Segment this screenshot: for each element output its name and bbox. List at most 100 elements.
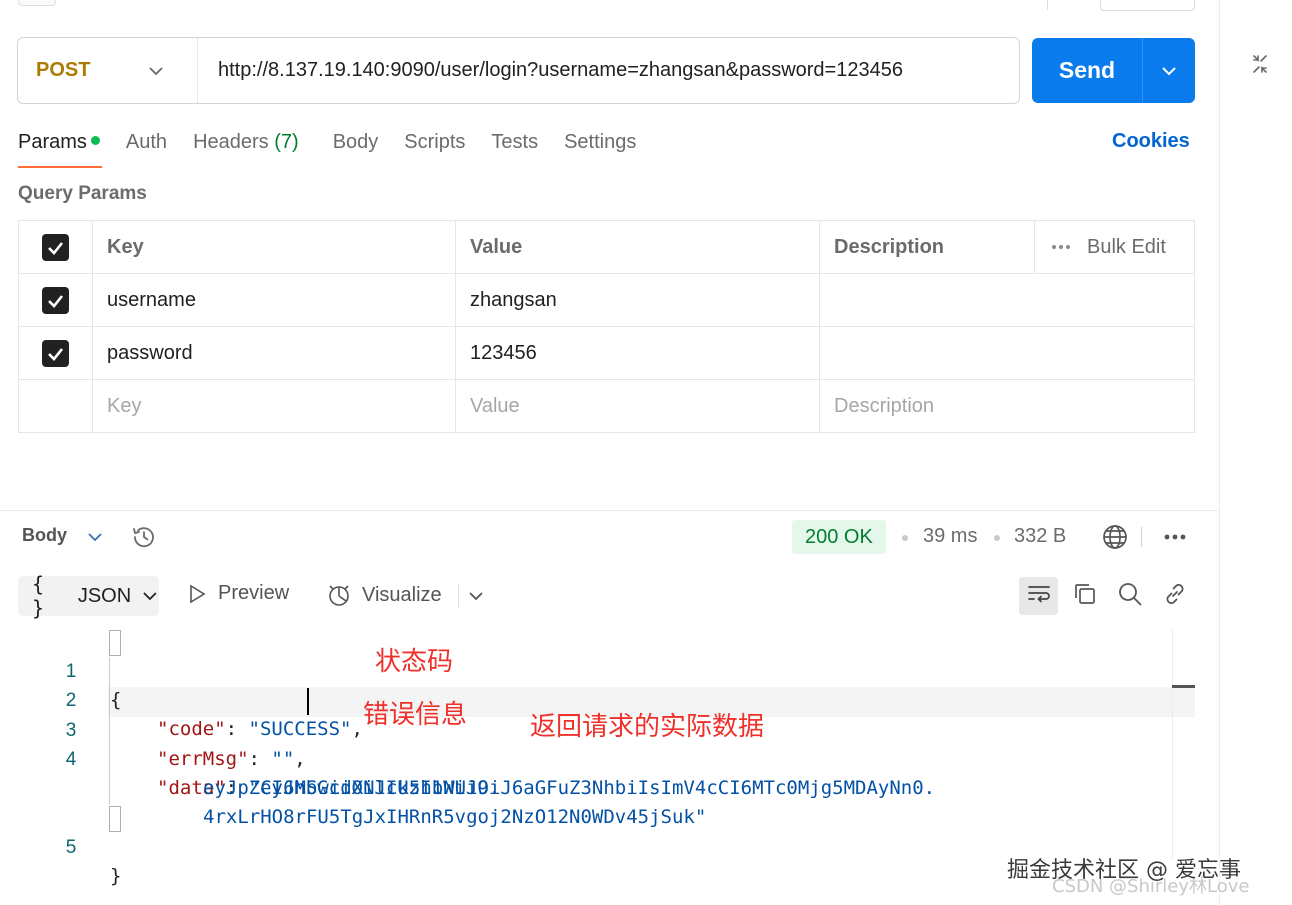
word-wrap-icon[interactable]	[1025, 580, 1053, 608]
table-row: password 123456	[18, 326, 1195, 380]
new-param-row: Key Value Description	[18, 379, 1195, 433]
cookies-link[interactable]: Cookies	[1112, 130, 1190, 153]
column-header-value: Value	[455, 220, 820, 274]
visualize-label: Visualize	[362, 583, 442, 606]
line-number: 3	[65, 720, 77, 741]
column-header-description: Description	[834, 235, 945, 258]
headers-count: (7)	[274, 131, 299, 153]
json-value-continued: 4rxLrHO8rFU5TgJxIHRnR5vgoj2NzO12N0WDv45j…	[203, 806, 707, 828]
response-divider	[0, 510, 1219, 511]
check-icon	[48, 294, 64, 308]
text-cursor	[307, 688, 309, 715]
line-number: 2	[65, 690, 77, 711]
chevron-down-icon	[149, 66, 163, 75]
code-line: 2 "code": "SUCCESS",	[0, 657, 363, 740]
chevron-down-icon[interactable]	[467, 587, 485, 605]
line-number: 1	[65, 661, 77, 682]
chevron-down-icon	[143, 592, 157, 601]
row-checkbox[interactable]	[42, 339, 69, 367]
globe-icon[interactable]	[1101, 523, 1129, 551]
url-input[interactable]: http://8.137.19.140:9090/user/login?user…	[198, 59, 903, 82]
more-icon[interactable]	[1162, 528, 1188, 546]
copy-icon[interactable]	[1071, 580, 1099, 608]
line-number: 5	[65, 837, 77, 858]
format-label: JSON	[77, 584, 132, 607]
braces-icon: { }	[32, 572, 45, 620]
bracket-match-marker	[109, 806, 121, 832]
tab-settings[interactable]: Settings	[564, 128, 636, 168]
annotation-returned-data: 返回请求的实际数据	[530, 712, 765, 742]
history-icon[interactable]	[130, 523, 158, 551]
json-colon: :	[248, 748, 272, 770]
param-value-cell[interactable]: 123456	[455, 326, 820, 380]
toolbar-divider	[458, 584, 459, 608]
response-time[interactable]: 39 ms	[923, 525, 977, 548]
chevron-down-icon[interactable]	[86, 528, 104, 546]
json-value: "SUCCESS"	[248, 718, 352, 740]
link-icon[interactable]	[1161, 580, 1189, 608]
param-value-cell[interactable]: zhangsan	[455, 273, 820, 327]
code-text: }	[110, 865, 122, 887]
json-comma: ,	[351, 718, 363, 740]
new-description-input[interactable]: Description	[819, 379, 1195, 433]
json-key: "code"	[157, 718, 226, 740]
response-size[interactable]: 332 B	[1014, 525, 1066, 548]
new-value-input[interactable]: Value	[455, 379, 820, 433]
json-key: "errMsg"	[157, 748, 249, 770]
visualize-button[interactable]: Visualize	[326, 582, 442, 608]
param-key-cell[interactable]: password	[92, 326, 456, 380]
table-header-row: Key Value Description Bulk Edit	[18, 220, 1196, 274]
search-icon[interactable]	[1116, 580, 1144, 608]
send-button-group: Send	[1032, 38, 1195, 103]
format-select[interactable]: { } JSON	[18, 572, 159, 620]
check-icon	[48, 347, 64, 361]
response-section-label[interactable]: Body	[22, 525, 67, 546]
check-icon	[48, 241, 64, 255]
param-description-cell[interactable]	[819, 273, 1195, 327]
tab-headers[interactable]: Headers (7)	[193, 128, 299, 168]
row-checkbox[interactable]	[42, 286, 69, 314]
tab-body[interactable]: Body	[333, 128, 379, 168]
row-check-cell	[18, 273, 93, 327]
preview-button[interactable]: Preview	[186, 582, 289, 605]
collapse-icon[interactable]	[1248, 52, 1272, 76]
bracket-match-marker	[109, 630, 121, 656]
tab-tests[interactable]: Tests	[491, 128, 538, 168]
table-row: username zhangsan	[18, 273, 1195, 327]
right-panel-divider	[1219, 0, 1220, 905]
query-params-table: Key Value Description Bulk Edit username…	[18, 220, 1195, 433]
meta-separator	[902, 535, 908, 541]
top-button-stub[interactable]	[1100, 0, 1195, 11]
tab-scripts[interactable]: Scripts	[404, 128, 465, 168]
preview-label: Preview	[218, 582, 290, 604]
line-number: 4	[65, 749, 77, 770]
request-tabs: Params Auth Headers (7) Body Scripts Tes…	[18, 128, 662, 168]
code-text: {	[110, 689, 122, 711]
bulk-edit-label: Bulk Edit	[1087, 235, 1166, 258]
column-header-key: Key	[92, 220, 456, 274]
visualize-icon	[329, 585, 349, 606]
code-line: 3 "errMsg": "",	[0, 687, 306, 770]
send-button[interactable]: Send	[1032, 38, 1142, 103]
select-all-checkbox[interactable]	[42, 233, 69, 261]
code-text: "errMsg": "",	[157, 745, 306, 774]
select-all-cell	[18, 220, 93, 274]
tab-params[interactable]: Params	[18, 128, 102, 168]
code-line: 1 {	[0, 628, 122, 711]
send-options-button[interactable]	[1143, 38, 1195, 103]
bulk-edit-button[interactable]: Bulk Edit	[1034, 221, 1196, 273]
param-key-cell[interactable]: username	[92, 273, 456, 327]
param-description-cell[interactable]	[819, 326, 1195, 380]
method-select[interactable]: POST	[18, 38, 198, 103]
tab-auth[interactable]: Auth	[126, 128, 167, 168]
new-key-input[interactable]: Key	[92, 379, 456, 433]
toolbar-divider	[1141, 527, 1142, 547]
status-badge[interactable]: 200 OK	[792, 520, 886, 554]
json-comma: ,	[294, 748, 306, 770]
code-text: "code": "SUCCESS",	[157, 715, 363, 744]
code-line-wrapped: eyJpZCI6MSwidXNlck5hbWUiOiJ6aGFuZ3NhbiIs…	[0, 745, 935, 799]
column-header-description-cell: Description Bulk Edit	[819, 220, 1196, 274]
editor-scrollbar-track[interactable]	[1172, 628, 1173, 858]
meta-separator	[994, 535, 1000, 541]
code-line-wrapped: 4rxLrHO8rFU5TgJxIHRnR5vgoj2NzO12N0WDv45j…	[0, 774, 706, 828]
